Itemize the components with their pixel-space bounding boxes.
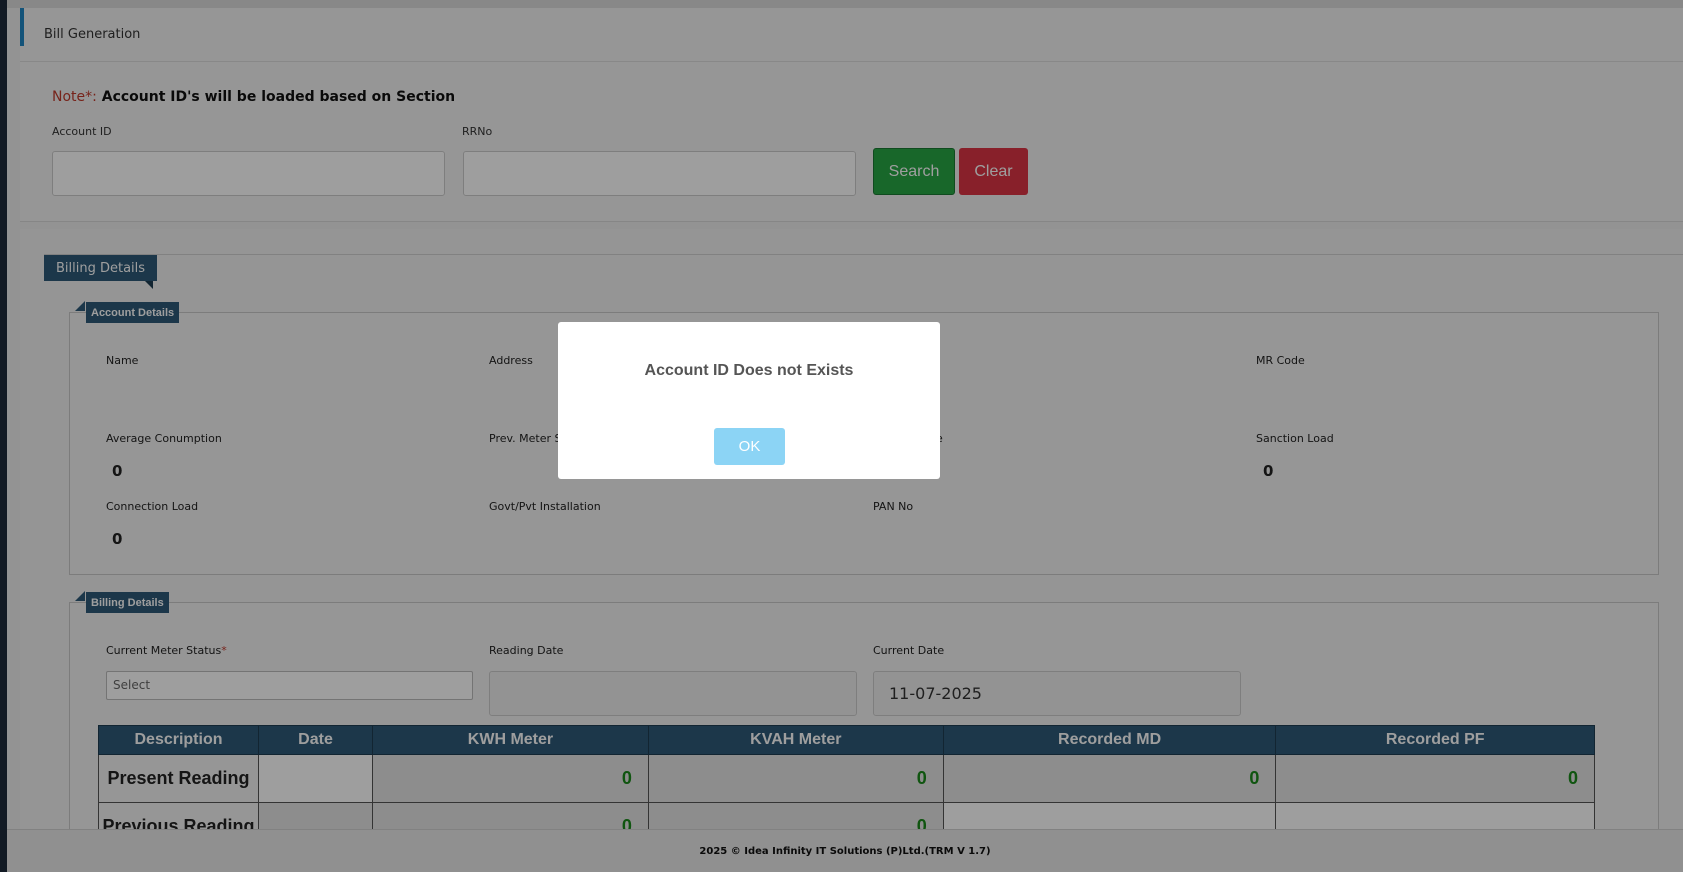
alert-dialog: Account ID Does not Exists OK (558, 322, 940, 479)
ok-button[interactable]: OK (714, 428, 785, 465)
alert-message: Account ID Does not Exists (644, 362, 854, 379)
